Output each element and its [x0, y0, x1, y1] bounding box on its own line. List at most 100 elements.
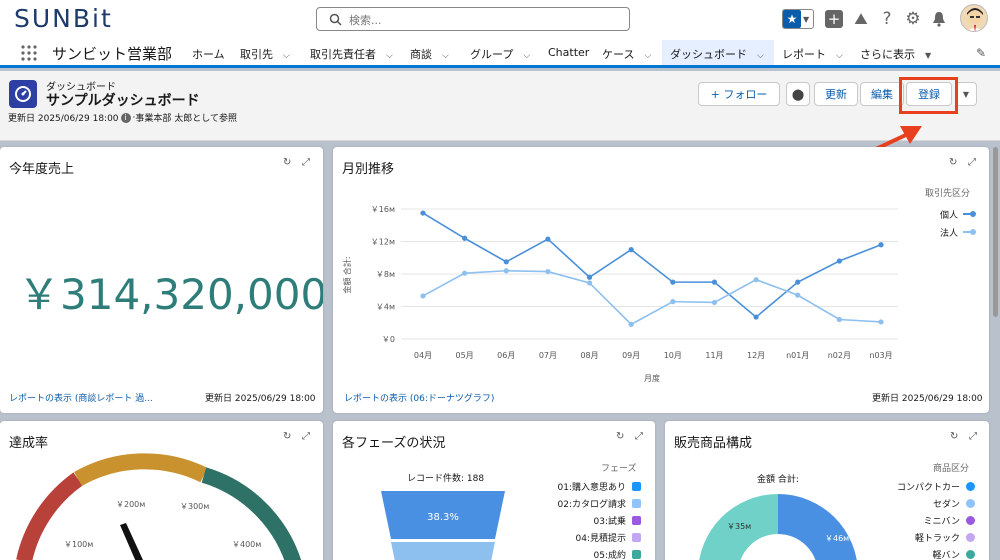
legend-item[interactable]: 05:成約: [513, 546, 641, 560]
legend-item[interactable]: ミニバン: [845, 512, 975, 529]
x-tick-label: 11月: [705, 351, 723, 360]
y-tick-label: ￥0: [382, 335, 395, 344]
legend-item[interactable]: 04:見積提示: [513, 529, 641, 546]
nav-item-dashboards[interactable]: ダッシュボード ⌵: [670, 46, 764, 62]
legend-swatch: [632, 533, 641, 542]
legend-item[interactable]: 軽トラック: [845, 529, 975, 546]
edit-button[interactable]: 編集: [860, 82, 904, 106]
monthly-trend-card: 月別推移 ↻ ⤢ ￥0 ￥4м ￥8м ￥12м ￥16м 04月 05月 06月 07月 08月…: [333, 147, 989, 413]
app-launcher-icon[interactable]: [21, 45, 37, 61]
expand-icon[interactable]: ⤢: [635, 431, 643, 442]
chevron-down-icon[interactable]: ⌵: [283, 51, 290, 61]
x-tick-label: n03月: [869, 351, 892, 360]
trailhead-icon[interactable]: ⛰: [850, 8, 872, 30]
funnel-stage-2: [391, 542, 495, 560]
legend-swatch: [963, 229, 976, 235]
data-point: [462, 235, 468, 241]
refresh-button[interactable]: 更新: [814, 82, 858, 106]
data-point: [586, 274, 593, 280]
y-tick-label: ￥12м: [371, 238, 395, 247]
phase-legend: 01:購入意思あり 02:カタログ請求 03:試乗 04:見積提示 05:成約: [513, 478, 641, 560]
expand-icon[interactable]: ⤢: [969, 431, 977, 442]
x-tick-label: 05月: [456, 351, 474, 360]
gear-icon[interactable]: ⚙: [902, 8, 924, 30]
bell-icon[interactable]: [928, 8, 950, 30]
x-tick-label: 10月: [664, 351, 682, 360]
card-title: 今年度売上: [9, 162, 75, 177]
expand-icon[interactable]: ⤢: [302, 157, 310, 168]
scrollbar-thumb[interactable]: [993, 147, 998, 317]
more-actions-button[interactable]: ▼: [955, 82, 977, 106]
app-nav-bar: サンビット営業部 ホーム 取引先 ⌵ 取引先責任者 ⌵ 商談 ⌵ グループ ⌵ Chat…: [0, 40, 1000, 68]
gauge-tick: ￥300м: [180, 502, 209, 511]
sunbit-logo[interactable]: SUNBit: [14, 4, 113, 33]
products-card: 販売商品構成 ↻ ⤢ 金額 合計: ￥46м ￥35м 商品区分 コンパクトカー…: [665, 421, 989, 560]
legend-label: 法人: [939, 228, 958, 239]
gauge-chart: ￥100м ￥200м ￥300м ￥400м: [16, 453, 302, 560]
legend-swatch: [632, 516, 641, 525]
legend-item[interactable]: 個人: [933, 205, 976, 223]
legend-swatch: [966, 516, 975, 525]
favorites-button[interactable]: ★ ▼: [782, 9, 814, 29]
legend-swatch: [966, 499, 975, 508]
view-report-link[interactable]: レポートの表示 (06:ドーナツグラフ): [344, 391, 494, 404]
refresh-icon[interactable]: ↻: [950, 431, 958, 442]
chevron-down-icon[interactable]: ⌵: [523, 51, 530, 61]
chevron-down-icon[interactable]: ⌵: [386, 51, 393, 61]
collaborate-button[interactable]: ⬤: [786, 82, 810, 106]
refresh-icon[interactable]: ↻: [616, 431, 624, 442]
refresh-icon[interactable]: ↻: [283, 157, 291, 168]
data-point: [753, 277, 759, 283]
nav-item-cases[interactable]: ケース ⌵: [602, 46, 651, 62]
add-button[interactable]: +: [823, 8, 845, 30]
x-tick-label: 09月: [622, 351, 640, 360]
legend-item[interactable]: 01:購入意思あり: [513, 478, 641, 495]
nav-item-more[interactable]: さらに表示 ▼: [860, 46, 931, 62]
monthly-line-chart: ￥0 ￥4м ￥8м ￥12м ￥16м 04月 05月 06月 07月 08月 09月 10月 11月…: [342, 205, 898, 383]
legend-item[interactable]: 02:カタログ請求: [513, 495, 641, 512]
x-tick-label: n02月: [828, 351, 851, 360]
nav-item-opportunities[interactable]: 商談 ⌵: [410, 46, 449, 62]
gauge-tick: ￥200м: [116, 500, 145, 509]
chevron-down-icon[interactable]: ⌵: [757, 51, 764, 61]
legend-title: フェーズ: [601, 464, 637, 474]
caret-down-icon[interactable]: ▼: [925, 51, 931, 60]
chevron-down-icon[interactable]: ⌵: [644, 51, 651, 61]
legend-label: 02:カタログ請求: [557, 500, 627, 510]
donut-chart: ￥46м ￥35м: [699, 494, 857, 560]
nav-item-contacts[interactable]: 取引先責任者 ⌵: [310, 46, 393, 62]
follow-button[interactable]: + フォロー: [698, 82, 780, 106]
data-point: [420, 210, 426, 216]
chevron-down-icon[interactable]: ⌵: [442, 51, 449, 61]
star-icon: ★: [783, 10, 801, 28]
legend-item[interactable]: コンパクトカー: [845, 478, 975, 495]
help-icon[interactable]: ?: [876, 8, 898, 30]
legend-label: セダン: [932, 500, 960, 510]
data-point: [711, 279, 718, 285]
legend-item[interactable]: 03:試乗: [513, 512, 641, 529]
chevron-down-icon[interactable]: ⌵: [836, 51, 843, 61]
legend-item[interactable]: セダン: [845, 495, 975, 512]
chevron-down-icon: ▼: [803, 14, 810, 24]
avatar[interactable]: [960, 4, 988, 32]
nav-item-accounts[interactable]: 取引先 ⌵: [240, 46, 290, 62]
search-input[interactable]: 検索...: [316, 7, 630, 31]
nav-item-groups[interactable]: グループ ⌵: [470, 46, 530, 62]
donut-label: ￥35м: [727, 522, 751, 531]
info-icon[interactable]: i: [120, 112, 131, 123]
dashboard-meta: 更新日 2025/06/29 18:00 i · 事業本部 太郎として参照: [8, 112, 238, 124]
legend-item[interactable]: 軽バン: [845, 546, 975, 560]
gauge-tick: ￥100м: [64, 540, 93, 549]
legend-label: 05:成約: [593, 551, 627, 560]
nav-item-reports[interactable]: レポート ⌵: [782, 46, 843, 62]
legend-title: 取引先区分: [925, 189, 971, 199]
nav-item-home[interactable]: ホーム: [192, 46, 225, 62]
legend-item[interactable]: 法人: [933, 223, 976, 241]
nav-item-chatter[interactable]: Chatter: [548, 46, 589, 59]
view-report-link[interactable]: レポートの表示 (商談レポート 過...: [9, 391, 153, 404]
data-point: [836, 258, 842, 264]
pencil-icon[interactable]: ✎: [976, 46, 986, 60]
search-placeholder: 検索...: [349, 14, 382, 27]
phases-card: 各フェーズの状況 ↻ ⤢ レコード件数: 188 38.3% フェーズ 01:購…: [333, 421, 655, 560]
achievement-card: 達成率 ↻ ⤢ ￥100м ￥200м ￥300м ￥400м: [0, 421, 323, 560]
